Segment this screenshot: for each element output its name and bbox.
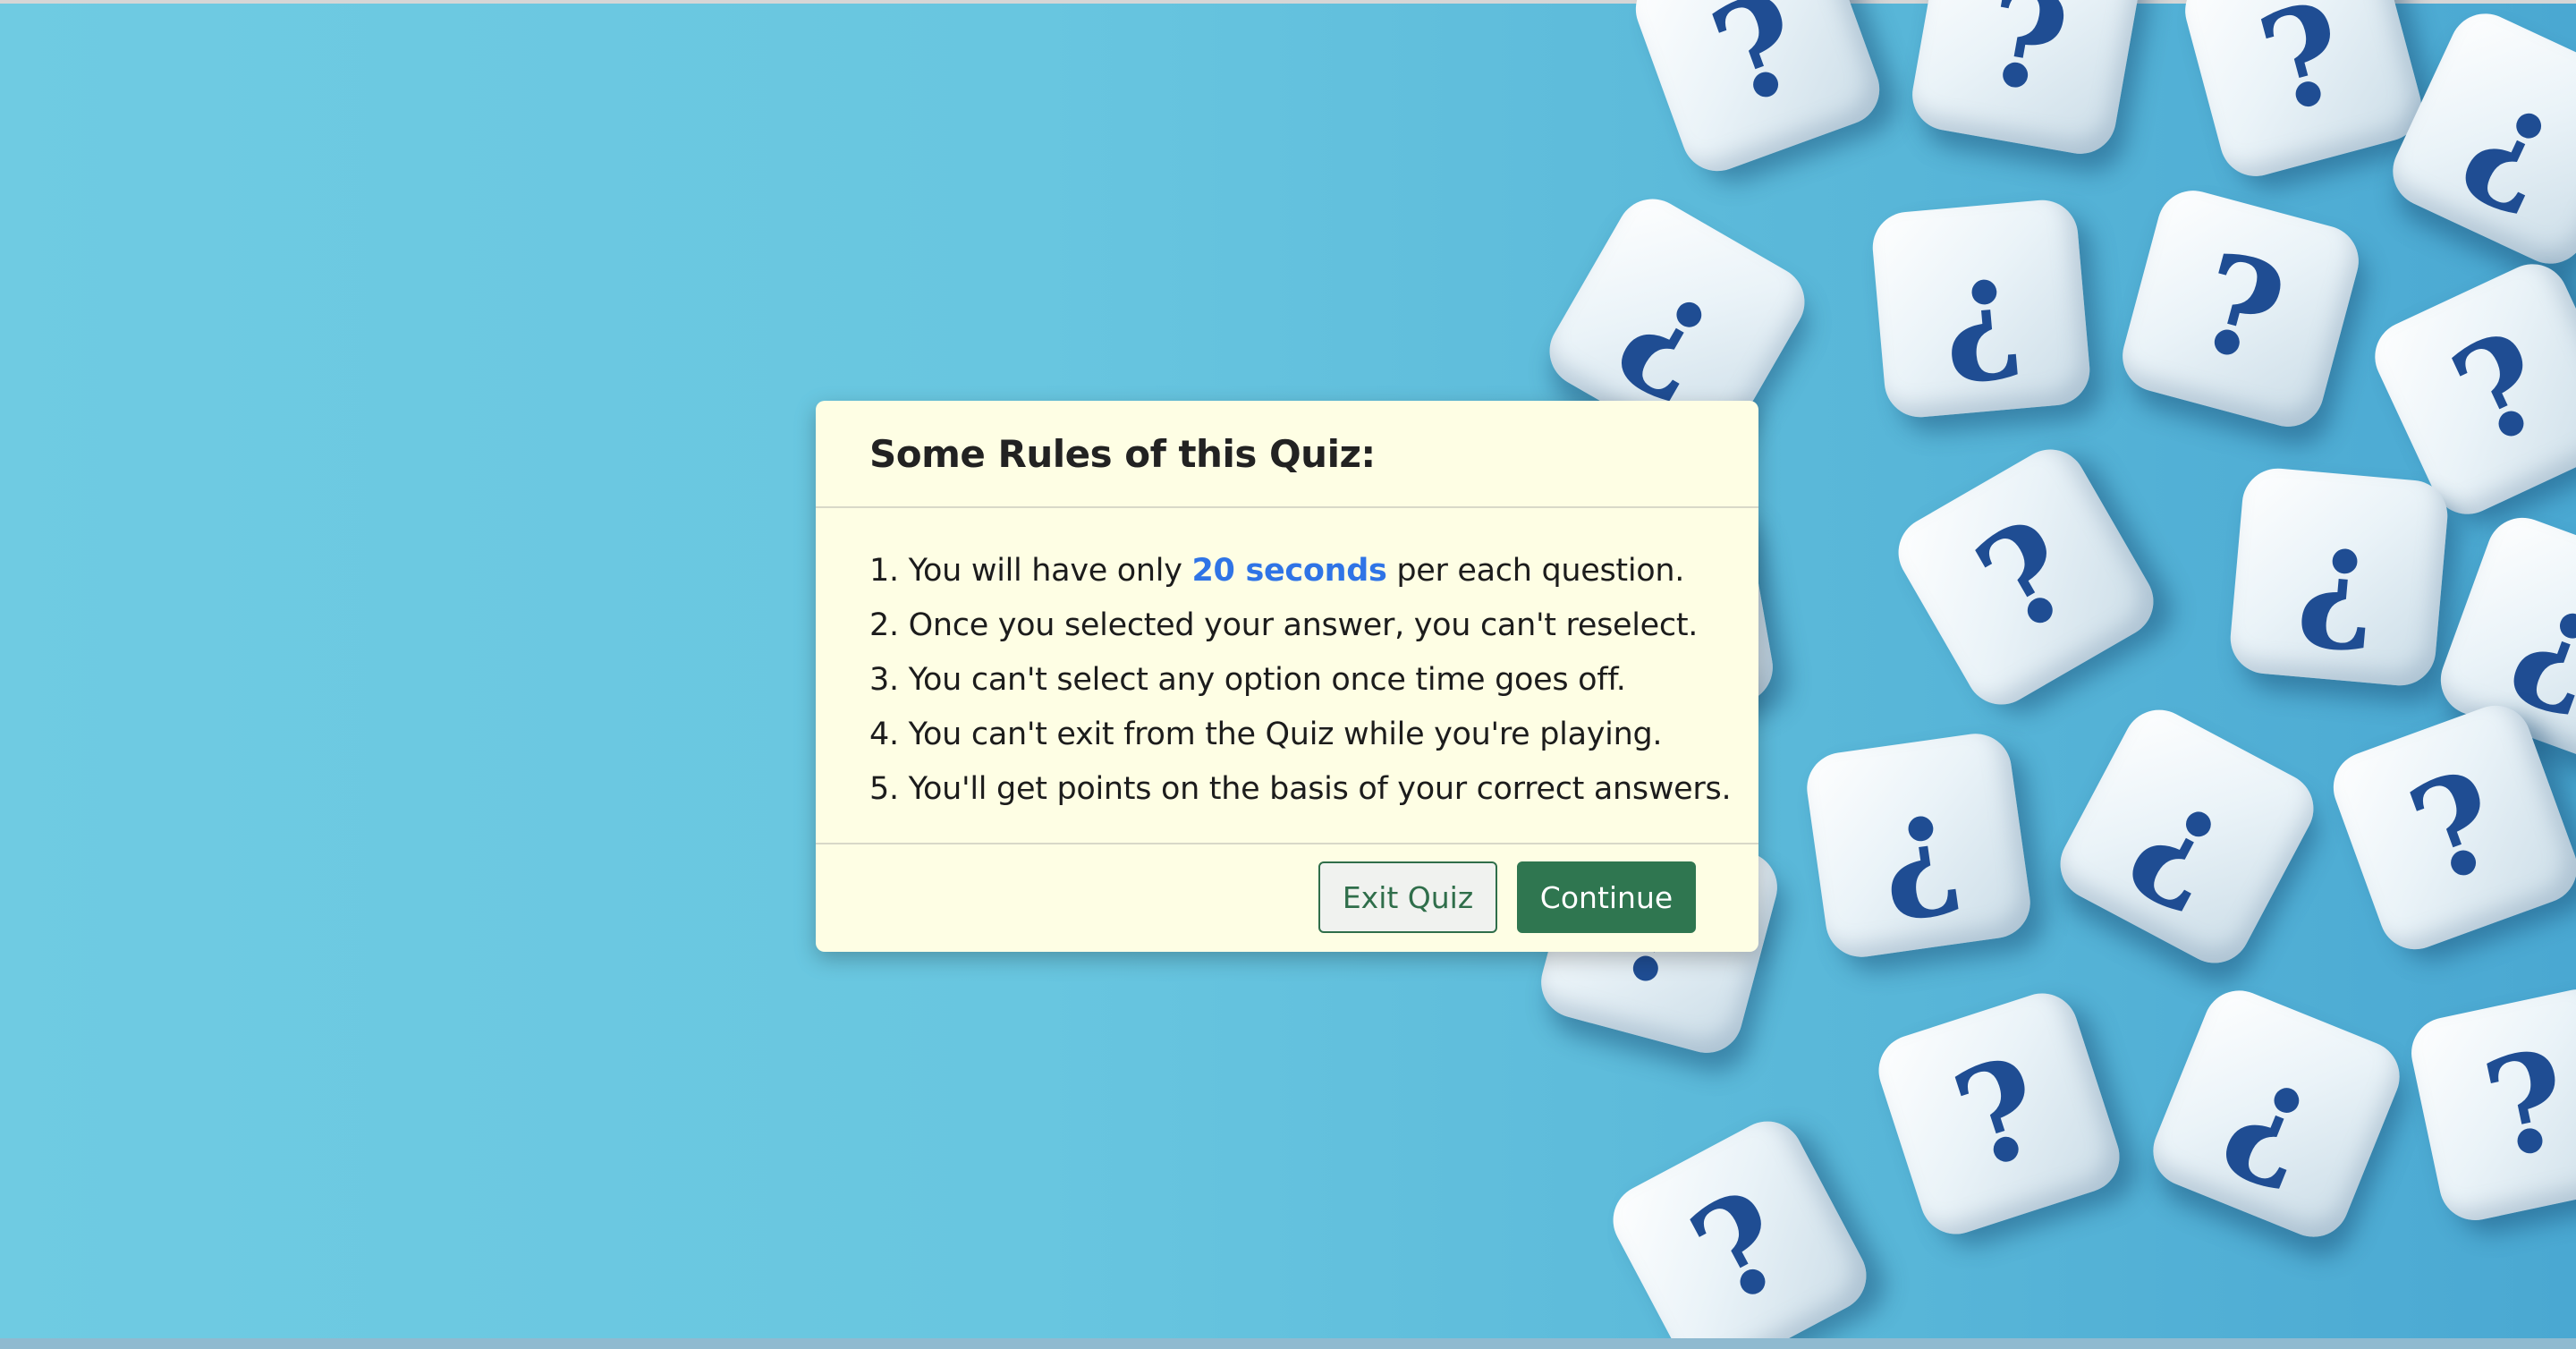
question-die-image: ? bbox=[1625, 0, 1890, 182]
quiz-page: ? ? ? ¿ ¿ ¿ ? ? ? ? ¿ ¿ ¿ ¿ ? ? ? ¿ ? ? … bbox=[0, 0, 2576, 1349]
question-die-image: ¿ bbox=[2047, 697, 2326, 976]
question-die-image: ¿ bbox=[1802, 729, 2035, 962]
rule-text: 1. You will have only bbox=[869, 553, 1192, 589]
question-die-image: ¿ bbox=[2381, 2, 2576, 276]
question-die-image: ¿ bbox=[2142, 980, 2411, 1248]
continue-button[interactable]: Continue bbox=[1517, 861, 1696, 933]
dialog-header: Some Rules of this Quiz: bbox=[816, 401, 1758, 508]
question-die-image: ? bbox=[2404, 982, 2576, 1227]
rule-item: 1. You will have only 20 seconds per eac… bbox=[869, 544, 1758, 598]
dialog-footer: Exit Quiz Continue bbox=[816, 844, 1758, 950]
question-die-image: ? bbox=[1885, 436, 2167, 718]
question-die-image: ? bbox=[2177, 0, 2429, 184]
dialog-title: Some Rules of this Quiz: bbox=[869, 431, 1376, 476]
quiz-rules-dialog: Some Rules of this Quiz: 1. You will hav… bbox=[816, 401, 1758, 952]
rule-item: 2. Once you selected your answer, you ca… bbox=[869, 607, 1699, 643]
question-die-image: ? bbox=[1869, 984, 2129, 1243]
question-die-image: ¿ bbox=[1869, 197, 2093, 420]
time-limit-highlight: 20 seconds bbox=[1191, 553, 1387, 589]
exit-quiz-button[interactable]: Exit Quiz bbox=[1318, 861, 1497, 933]
rule-text: per each question. bbox=[1386, 553, 1685, 589]
question-die-image: ? bbox=[1906, 0, 2146, 160]
bottom-border bbox=[0, 1338, 2576, 1349]
rule-item: 5. You'll get points on the basis of you… bbox=[869, 771, 1732, 807]
rules-list: 1. You will have only 20 seconds per eac… bbox=[816, 508, 1758, 844]
question-die-image: ? bbox=[1600, 1108, 1879, 1349]
rule-item: 3. You can't select any option once time… bbox=[869, 662, 1626, 698]
question-die-image: ? bbox=[2114, 182, 2367, 435]
question-die-image: ¿ bbox=[2227, 465, 2451, 689]
rule-item: 4. You can't exit from the Quiz while yo… bbox=[869, 717, 1663, 752]
